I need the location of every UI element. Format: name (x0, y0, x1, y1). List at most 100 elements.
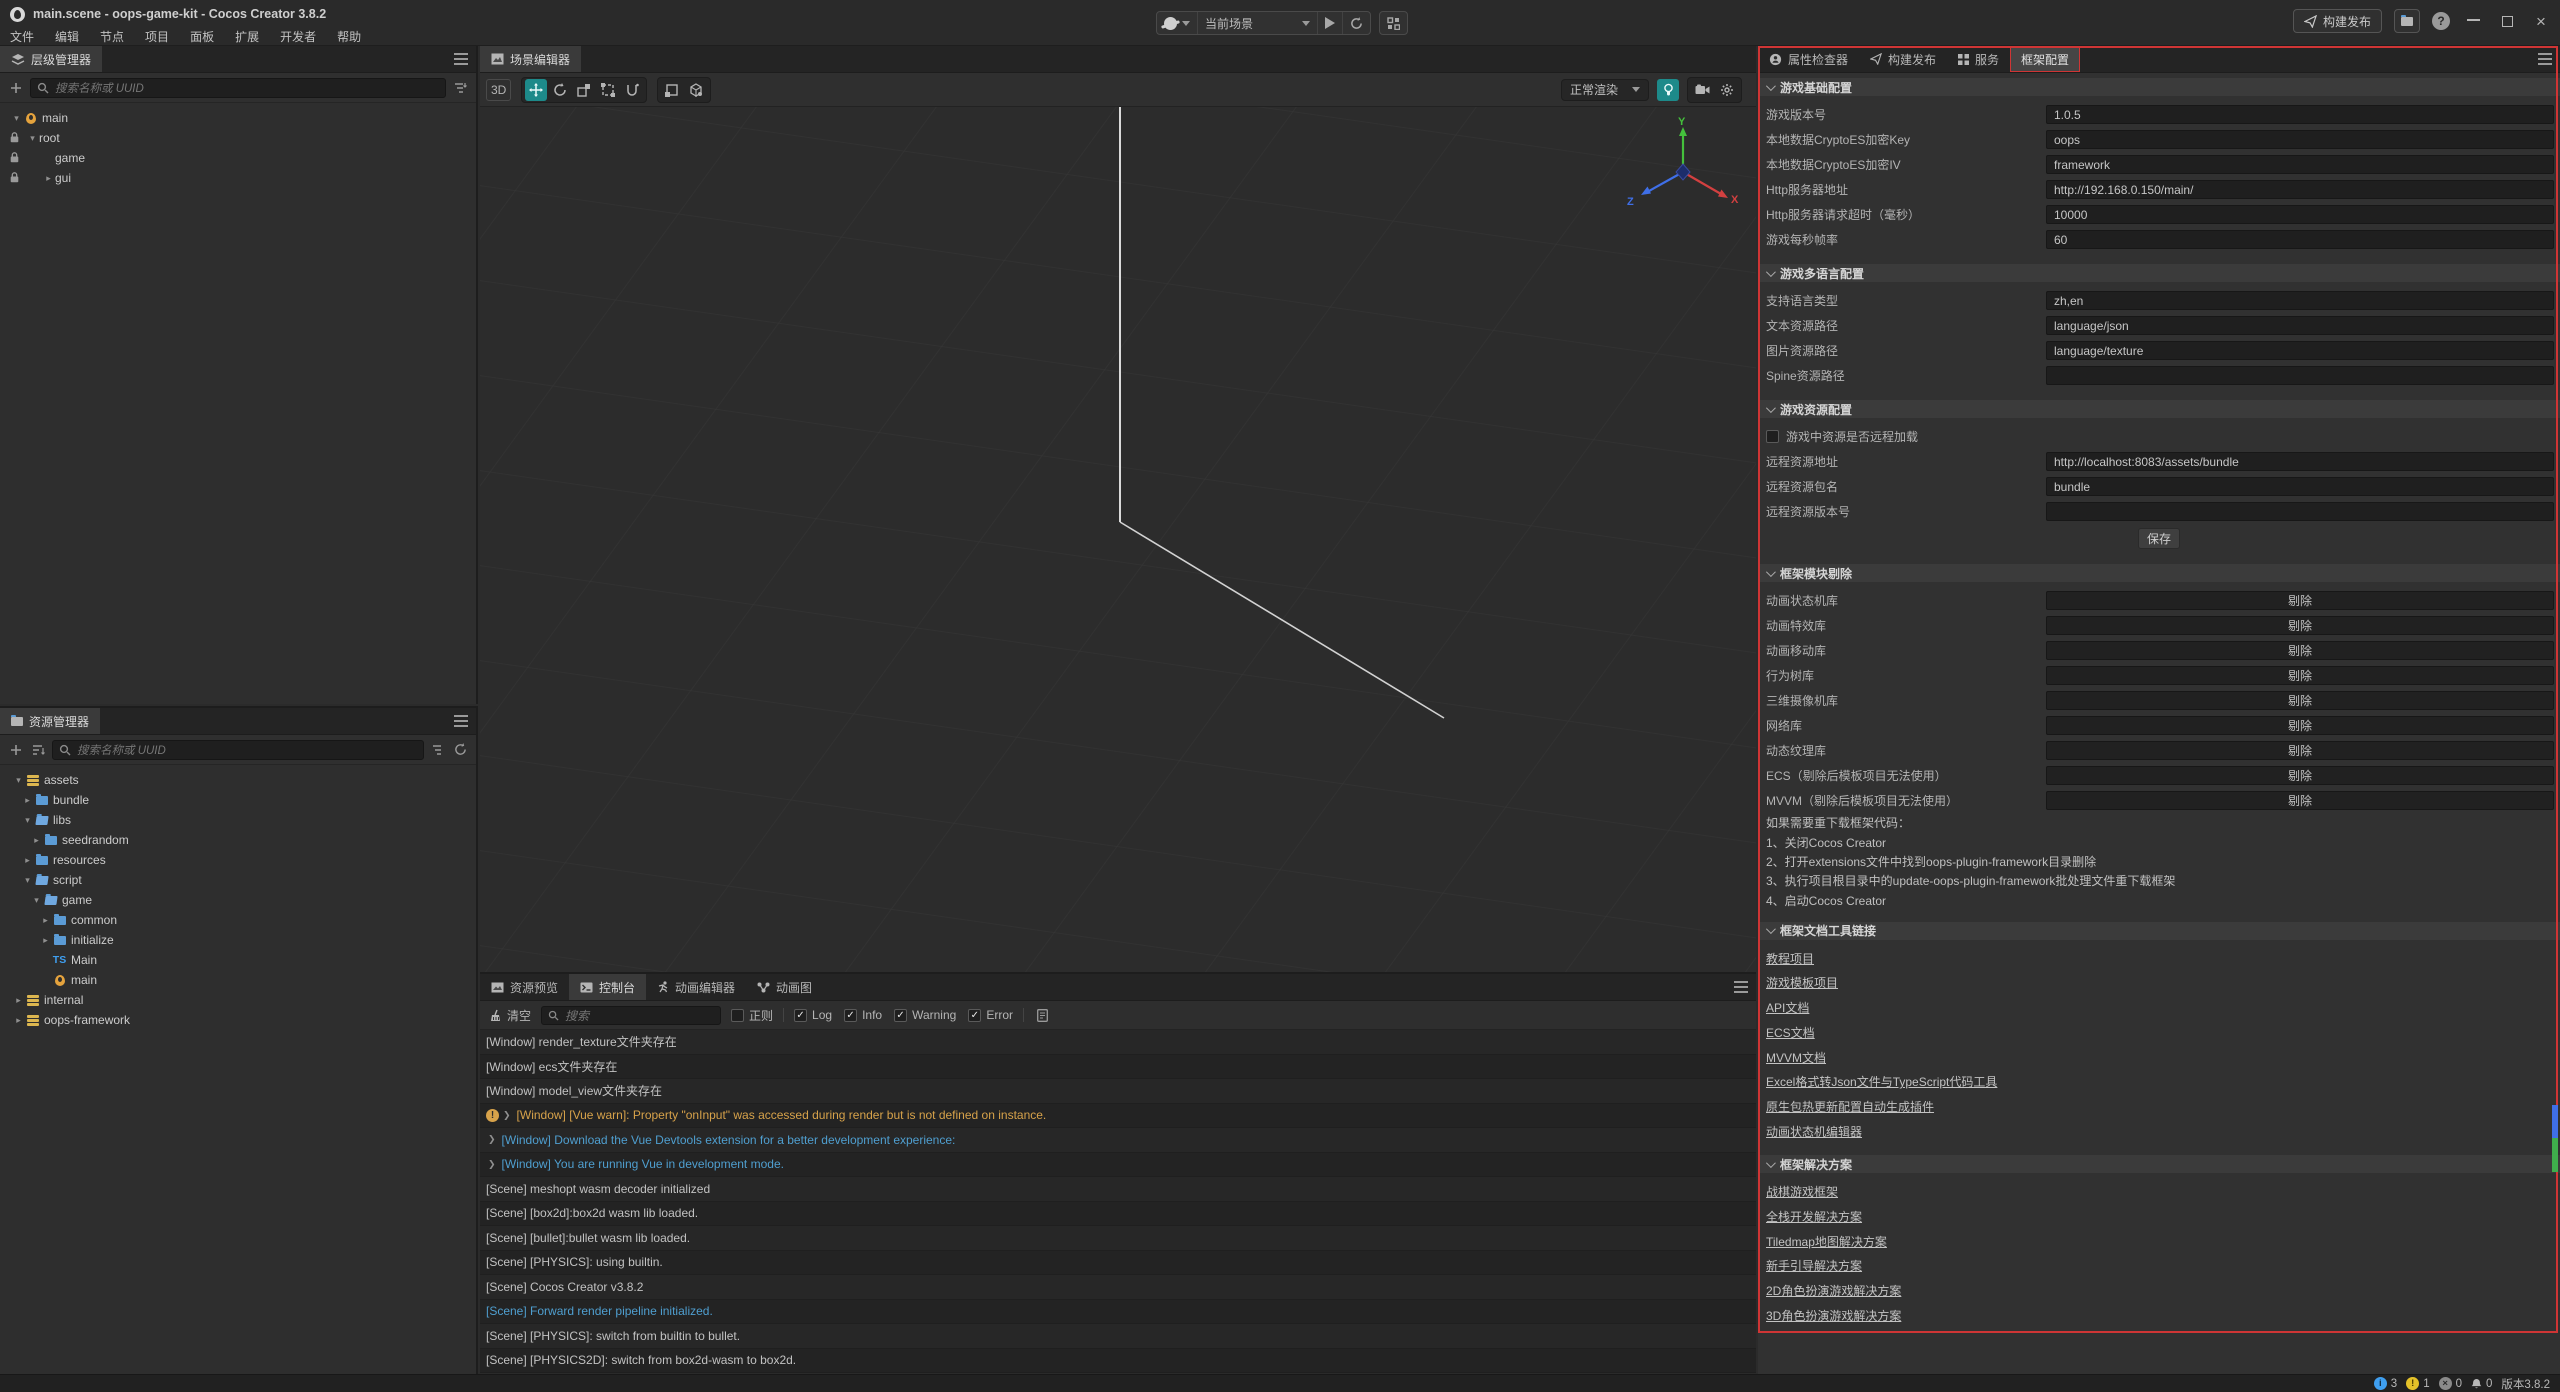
tab-assets[interactable]: 资源管理器 (0, 708, 100, 734)
strip-module-button[interactable]: 剔除 (2046, 791, 2554, 810)
warn-log-counter[interactable]: !1 (2406, 1377, 2429, 1390)
add-node-button[interactable] (8, 80, 24, 96)
field-input[interactable]: 60 (2046, 230, 2554, 249)
hierarchy-search-input[interactable]: 搜索名称或 UUID (30, 78, 446, 98)
log-row[interactable]: [Scene] [box2d]:box2d wasm lib loaded. (480, 1202, 1756, 1227)
chevron-right-icon[interactable]: ▸ (21, 795, 34, 806)
log-row[interactable]: [Window] ecs文件夹存在 (480, 1055, 1756, 1080)
rect-tool-button[interactable] (597, 79, 619, 101)
field-input[interactable]: http://localhost:8083/assets/bundle (2046, 452, 2554, 471)
regex-checkbox[interactable]: 正则 (731, 1007, 773, 1024)
sort-assets-button[interactable] (30, 742, 46, 758)
tab-framework-config[interactable]: 框架配置 (2010, 46, 2080, 72)
menu-item[interactable]: 面板 (188, 27, 216, 46)
tab-asset-preview[interactable]: 资源预览 (480, 974, 569, 1000)
tree-item[interactable]: ▸common (0, 910, 476, 930)
rotate-tool-button[interactable] (549, 79, 571, 101)
scene-viewport[interactable]: Y X Z (480, 107, 1756, 972)
chevron-down-icon[interactable]: ▾ (30, 895, 43, 906)
expand-chevron-icon[interactable]: ❯ (503, 1110, 511, 1121)
tab-animation-graph[interactable]: 动画图 (746, 974, 823, 1000)
strip-module-button[interactable]: 剔除 (2046, 666, 2554, 685)
field-input[interactable]: framework (2046, 155, 2554, 174)
filter-warning-checkbox[interactable]: ✓Warning (894, 1008, 956, 1022)
strip-module-button[interactable]: 剔除 (2046, 741, 2554, 760)
strip-module-button[interactable]: 剔除 (2046, 641, 2554, 660)
restart-button[interactable] (1343, 12, 1370, 34)
field-input[interactable]: language/json (2046, 316, 2554, 335)
expand-chevron-icon[interactable]: ❯ (488, 1134, 496, 1145)
solution-link[interactable]: 战棋游戏框架 (1766, 1183, 1838, 1200)
doc-link[interactable]: 动画状态机编辑器 (1766, 1123, 1862, 1140)
menu-item[interactable]: 扩展 (233, 27, 261, 46)
menu-item[interactable]: 帮助 (335, 27, 363, 46)
hierarchy-filter-icon[interactable] (452, 80, 468, 96)
field-input[interactable]: bundle (2046, 477, 2554, 496)
chevron-down-icon[interactable]: ▾ (21, 875, 34, 886)
tree-item[interactable]: ▾assets (0, 770, 476, 790)
filter-log-checkbox[interactable]: ✓Log (794, 1008, 832, 1022)
assets-menu-icon[interactable] (454, 715, 468, 727)
doc-link[interactable]: Excel格式转Json文件与TypeScript代码工具 (1766, 1073, 1997, 1090)
doc-link[interactable]: 教程项目 (1766, 950, 1814, 967)
log-row[interactable]: [Scene] [bullet]:bullet wasm lib loaded. (480, 1226, 1756, 1251)
log-row[interactable]: [Scene] [PHYSICS2D]: switch from box2d-w… (480, 1349, 1756, 1374)
render-mode-select[interactable]: 正常渲染 (1561, 79, 1649, 101)
console-menu-icon[interactable] (1734, 981, 1748, 993)
menu-item[interactable]: 项目 (143, 27, 171, 46)
layout-button[interactable] (1380, 12, 1407, 34)
scrollbar-thumb-green[interactable] (2552, 1138, 2558, 1172)
field-input[interactable]: oops (2046, 130, 2554, 149)
strip-module-button[interactable]: 剔除 (2046, 691, 2554, 710)
chevron-down-icon[interactable]: ▾ (12, 775, 25, 786)
solution-link[interactable]: Tiledmap地图解决方案 (1766, 1233, 1887, 1250)
log-row[interactable]: [Window] render_texture文件夹存在 (480, 1030, 1756, 1055)
tab-property-inspector[interactable]: 属性检查器 (1758, 46, 1859, 72)
minimize-button[interactable] (2462, 11, 2484, 31)
strip-module-button[interactable]: 剔除 (2046, 716, 2554, 735)
info-log-counter[interactable]: i3 (2374, 1377, 2397, 1390)
tree-item[interactable]: ▸internal (0, 990, 476, 1010)
tree-item[interactable]: ▸bundle (0, 790, 476, 810)
solution-link[interactable]: 2D角色扮演游戏解决方案 (1766, 1282, 1901, 1299)
scene-select[interactable]: 当前场景 (1198, 12, 1318, 34)
field-input[interactable] (2046, 366, 2554, 385)
console-search-input[interactable]: 搜索 (541, 1006, 721, 1025)
chevron-right-icon[interactable]: ▸ (12, 995, 25, 1006)
log-row[interactable]: ❯[Window] You are running Vue in develop… (480, 1153, 1756, 1178)
doc-link[interactable]: ECS文档 (1766, 1024, 1815, 1041)
filter-error-checkbox[interactable]: ✓Error (968, 1008, 1013, 1022)
tab-console[interactable]: 控制台 (569, 974, 646, 1000)
log-row[interactable]: [Scene] [PHYSICS]: switch from builtin t… (480, 1324, 1756, 1349)
section-resource-config[interactable]: 游戏资源配置 (1758, 400, 2560, 418)
field-input[interactable] (2046, 502, 2554, 521)
doc-link[interactable]: API文档 (1766, 999, 1809, 1016)
refresh-icon[interactable] (452, 742, 468, 758)
pivot-button[interactable] (661, 79, 683, 101)
chevron-down-icon[interactable]: ▾ (21, 815, 34, 826)
tree-item[interactable]: ▸oops-framework (0, 1010, 476, 1030)
light-toggle-button[interactable] (1657, 79, 1679, 101)
menu-item[interactable]: 编辑 (53, 27, 81, 46)
log-row[interactable]: [Window] model_view文件夹存在 (480, 1079, 1756, 1104)
tree-item[interactable]: TSMain (0, 950, 476, 970)
tree-item[interactable]: ▾main (0, 108, 476, 128)
clear-console-button[interactable]: 清空 (490, 1007, 531, 1024)
error-log-counter[interactable]: ×0 (2439, 1377, 2462, 1390)
chevron-right-icon[interactable]: ▸ (42, 173, 55, 184)
strip-module-button[interactable]: 剔除 (2046, 591, 2554, 610)
mode-3d-button[interactable]: 3D (486, 79, 511, 101)
help-icon[interactable]: ? (2432, 12, 2450, 30)
transform-tool-button[interactable] (621, 79, 643, 101)
strip-module-button[interactable]: 剔除 (2046, 766, 2554, 785)
save-button[interactable]: 保存 (2138, 528, 2180, 549)
play-button[interactable] (1318, 12, 1343, 34)
field-input[interactable]: 10000 (2046, 205, 2554, 224)
chevron-down-icon[interactable]: ▾ (10, 113, 23, 124)
coordinate-button[interactable] (685, 79, 707, 101)
hierarchy-menu-icon[interactable] (454, 53, 468, 65)
log-row[interactable]: [Scene] [PHYSICS]: using builtin. (480, 1251, 1756, 1276)
inspector-menu-icon[interactable] (2538, 53, 2552, 65)
tree-item[interactable]: ▸seedrandom (0, 830, 476, 850)
field-input[interactable]: http://192.168.0.150/main/ (2046, 180, 2554, 199)
